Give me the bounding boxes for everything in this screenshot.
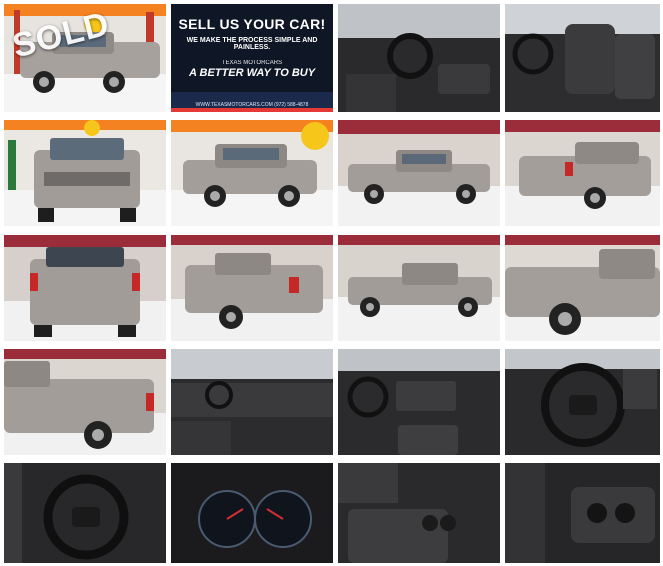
ad-tagline: A BETTER WAY TO BUY xyxy=(188,67,316,79)
gallery-photo-12[interactable] xyxy=(505,235,660,341)
console-cupholders-photo xyxy=(505,463,660,563)
steering-wheel-photo xyxy=(505,349,660,455)
gallery-photo-5[interactable] xyxy=(4,120,166,226)
gallery-photo-13[interactable] xyxy=(4,349,166,455)
gallery-photo-3[interactable] xyxy=(338,4,500,112)
interior-dashboard-photo xyxy=(338,4,500,112)
steering-wheel-closeup-photo xyxy=(4,463,166,563)
truck-side-closeup-photo xyxy=(505,235,660,341)
ad-headline: SELL US YOUR CAR! xyxy=(178,16,326,32)
gallery-photo-4[interactable] xyxy=(505,4,660,112)
gallery-photo-16[interactable] xyxy=(505,349,660,455)
instrument-cluster-photo xyxy=(171,463,333,563)
ad-subline: WE MAKE THE PROCESS SIMPLE AND PAINLESS. xyxy=(186,37,318,51)
interior-dash-center-photo xyxy=(338,349,500,455)
truck-profile-photo xyxy=(338,235,500,341)
gallery-photo-14[interactable] xyxy=(171,349,333,455)
photo-gallery-grid: SOLD SELL US YOUR CAR! WE MAKE THE PROCE… xyxy=(0,0,663,566)
truck-side-photo xyxy=(338,120,500,226)
gallery-photo-9[interactable] xyxy=(4,235,166,341)
gallery-photo-17[interactable] xyxy=(4,463,166,563)
ad-footer: WWW.TEXASMOTORCARS.COM (972) 588-4878 xyxy=(195,102,309,108)
gallery-photo-10[interactable] xyxy=(171,235,333,341)
gallery-photo-7[interactable] xyxy=(338,120,500,226)
sell-your-car-ad: SELL US YOUR CAR! WE MAKE THE PROCESS SI… xyxy=(171,4,333,112)
ad-brand: TEXAS MOTORCARS xyxy=(221,60,283,66)
truck-rear-side-photo xyxy=(4,349,166,455)
gallery-photo-18[interactable] xyxy=(171,463,333,563)
gallery-photo-19[interactable] xyxy=(338,463,500,563)
truck-front-left-photo xyxy=(171,120,333,226)
gallery-photo-8[interactable] xyxy=(505,120,660,226)
gallery-photo-1[interactable]: SOLD xyxy=(4,4,166,112)
truck-rear-quarter-photo xyxy=(505,120,660,226)
interior-seats-photo xyxy=(505,4,660,112)
truck-rear-left-photo xyxy=(171,235,333,341)
gallery-photo-11[interactable] xyxy=(338,235,500,341)
gallery-photo-6[interactable] xyxy=(171,120,333,226)
gallery-photo-15[interactable] xyxy=(338,349,500,455)
gallery-photo-2[interactable]: SELL US YOUR CAR! WE MAKE THE PROCESS SI… xyxy=(171,4,333,112)
gallery-photo-20[interactable] xyxy=(505,463,660,563)
center-console-photo xyxy=(338,463,500,563)
truck-rear-photo xyxy=(4,235,166,341)
truck-front-photo xyxy=(4,120,166,226)
interior-passenger-view-photo xyxy=(171,349,333,455)
